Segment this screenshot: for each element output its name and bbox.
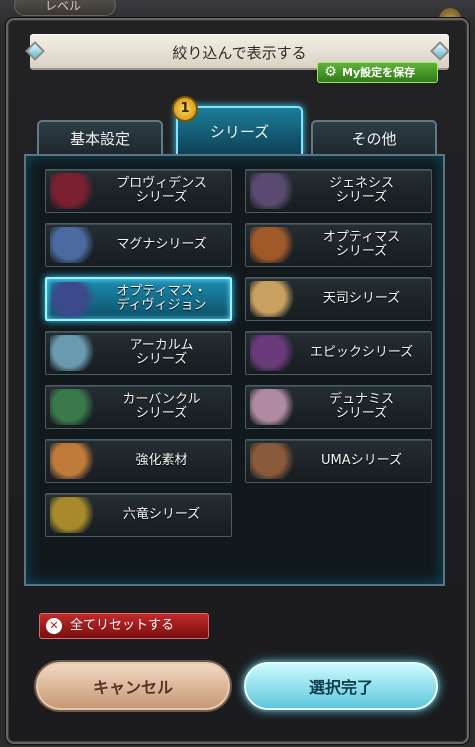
series-character-icon: [51, 282, 99, 318]
series-label: プロヴィデンス シリーズ: [116, 176, 207, 205]
series-button[interactable]: オプティマス シリーズ: [245, 223, 432, 267]
series-button[interactable]: デュナミス シリーズ: [245, 385, 432, 429]
save-my-settings-button[interactable]: ⚙ My設定を保存: [317, 62, 438, 83]
gear-icon: ⚙: [324, 64, 337, 80]
series-label: 六竜シリーズ: [122, 507, 201, 522]
series-button[interactable]: オプティマス・ ディヴィジョン: [45, 277, 232, 321]
series-character-icon: [250, 281, 298, 317]
series-character-icon: [50, 335, 98, 371]
series-label: ジェネシス シリーズ: [328, 176, 394, 205]
series-label: UMAシリーズ: [321, 453, 402, 468]
series-character-icon: [50, 173, 98, 209]
series-character-icon: [250, 173, 298, 209]
series-button[interactable]: エピックシリーズ: [245, 331, 432, 375]
series-button[interactable]: アーカルム シリーズ: [45, 331, 232, 375]
series-character-icon: [50, 497, 98, 533]
series-button[interactable]: カーバンクル シリーズ: [45, 385, 232, 429]
series-label: オプティマス・ ディヴィジョン: [116, 284, 207, 313]
cancel-button[interactable]: キャンセル: [36, 662, 230, 710]
series-character-icon: [250, 443, 298, 479]
close-icon: ✕: [46, 618, 62, 634]
series-label: アーカルム シリーズ: [129, 338, 194, 367]
series-button[interactable]: 六竜シリーズ: [45, 493, 232, 537]
reset-all-button[interactable]: ✕ 全てリセットする: [39, 613, 209, 639]
series-character-icon: [50, 443, 98, 479]
series-label: 天司シリーズ: [322, 291, 401, 306]
series-label: オプティマス シリーズ: [322, 230, 401, 259]
series-label: デュナミス シリーズ: [328, 392, 394, 421]
series-character-icon: [250, 335, 298, 371]
level-pill: レベル: [14, 0, 116, 16]
tab-basic-settings[interactable]: 基本設定: [37, 120, 163, 156]
series-label: エピックシリーズ: [309, 345, 414, 360]
selection-count-badge: 1: [172, 96, 198, 122]
reset-button-label: 全てリセットする: [70, 618, 175, 633]
series-button[interactable]: 強化素材: [45, 439, 232, 483]
series-character-icon: [250, 389, 298, 425]
series-label: マグナシリーズ: [116, 237, 207, 252]
series-character-icon: [250, 227, 298, 263]
series-button[interactable]: UMAシリーズ: [245, 439, 432, 483]
series-label: 強化素材: [135, 453, 188, 468]
series-button[interactable]: マグナシリーズ: [45, 223, 232, 267]
series-button[interactable]: 天司シリーズ: [245, 277, 432, 321]
series-button[interactable]: ジェネシス シリーズ: [245, 169, 432, 213]
tab-other[interactable]: その他: [311, 120, 437, 156]
confirm-button[interactable]: 選択完了: [244, 662, 438, 710]
series-character-icon: [50, 389, 98, 425]
series-character-icon: [50, 227, 98, 263]
series-button[interactable]: プロヴィデンス シリーズ: [45, 169, 232, 213]
series-label: カーバンクル シリーズ: [122, 392, 201, 421]
save-button-label: My設定を保存: [342, 66, 416, 79]
